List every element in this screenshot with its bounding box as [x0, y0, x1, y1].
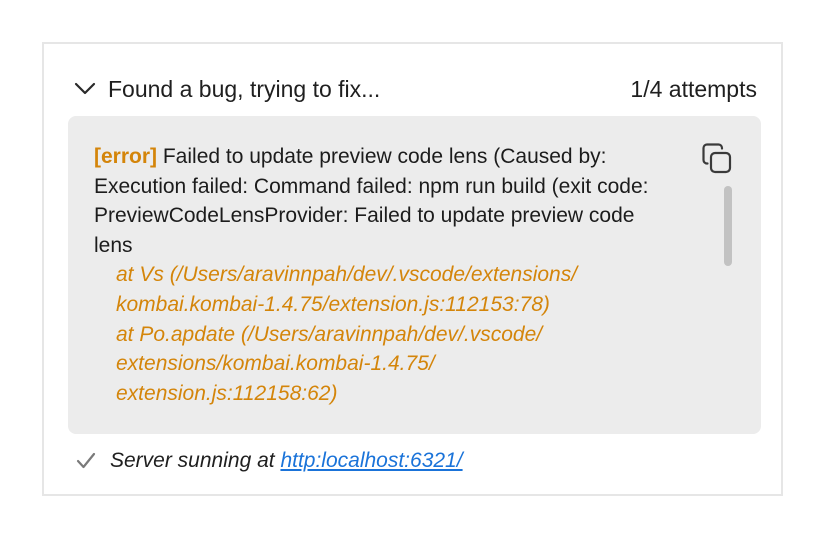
error-output-box: [error] Failed to update preview code le… [68, 116, 761, 434]
error-message-text: Failed to update preview code lens (Caus… [162, 145, 607, 168]
error-message: [error] Failed to update preview code le… [94, 142, 694, 408]
stack-trace-line: at Vs (/Users/aravinnpah/dev/.vscode/ext… [116, 263, 578, 287]
attempts-count: 1/4 attempts [630, 76, 757, 102]
error-tag: [error] [94, 145, 158, 168]
error-line: Execution failed: Command failed: npm ru… [94, 174, 649, 198]
panel-title[interactable]: Found a bug, trying to fix... [108, 74, 380, 104]
scrollbar-thumb[interactable] [724, 186, 732, 266]
server-url-link[interactable]: http:localhost:6321/ [280, 449, 462, 472]
copy-icon[interactable] [700, 142, 734, 176]
error-line: [error] Failed to update preview code le… [94, 142, 694, 172]
stack-trace-line: at Po.apdate (/Users/aravinnpah/dev/.vsc… [116, 322, 543, 346]
stack-trace-line: kombai.kombai-1.4.75/extension.js:112153… [116, 292, 550, 316]
stack-trace-line: extensions/kombai.kombai-1.4.75/ [116, 352, 435, 376]
error-line: PreviewCodeLensProvider: Failed to updat… [94, 204, 635, 228]
status-text: Server sunning at http:localhost:6321/ [110, 446, 463, 476]
error-line: lens [94, 233, 133, 257]
check-icon [76, 452, 96, 469]
status-message: Server sunning at [110, 449, 281, 472]
fix-attempt-panel: Found a bug, trying to fix... 1/4 attemp… [42, 42, 783, 496]
chevron-down-icon[interactable] [74, 82, 96, 96]
stack-trace-line: extension.js:112158:62) [116, 381, 338, 405]
